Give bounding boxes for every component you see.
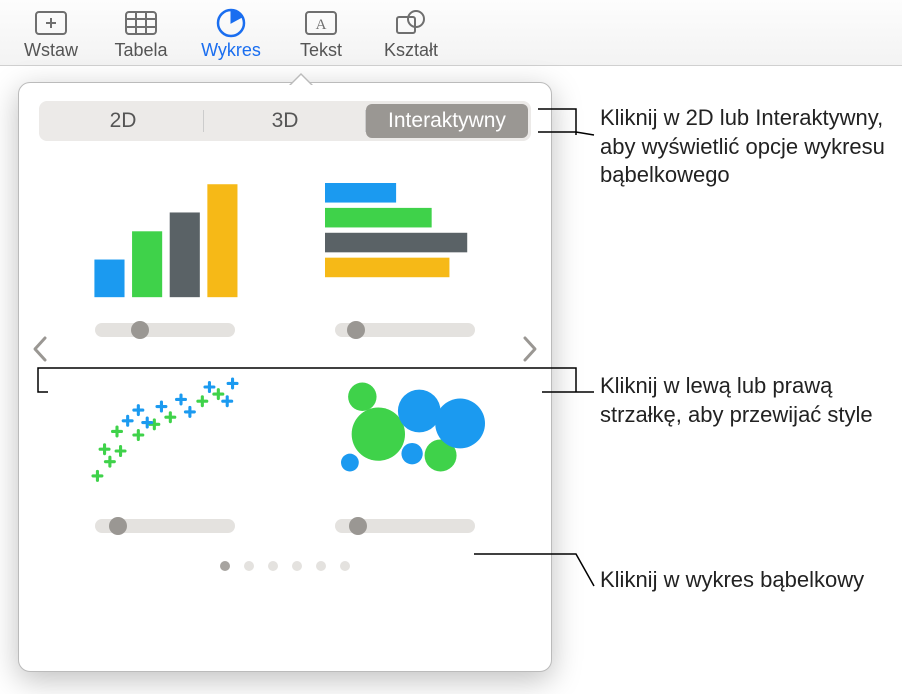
chart-popover: 2D 3D Interaktywny [18,82,552,672]
callout-bubble: Kliknij w wykres bąbelkowy [600,566,864,595]
chart-icon [212,8,250,38]
style-slider[interactable] [335,519,475,533]
style-slider[interactable] [95,519,235,533]
page-dot[interactable] [292,561,302,571]
column-chart-thumb[interactable] [65,161,265,337]
column-chart-preview [75,161,255,311]
toolbar-label: Tabela [114,40,167,61]
page-dot[interactable] [340,561,350,571]
style-slider[interactable] [335,323,475,337]
tab-2d[interactable]: 2D [42,104,204,138]
text-icon: A [302,8,340,38]
insert-icon [32,8,70,38]
page-indicator[interactable] [19,561,551,571]
tab-interactive[interactable]: Interaktywny [366,104,528,138]
toolbar-text[interactable]: A Tekst [286,8,356,61]
toolbar-insert[interactable]: Wstaw [16,8,86,61]
chart-type-tabs: 2D 3D Interaktywny [39,101,531,141]
toolbar-label: Wykres [201,40,261,61]
shape-icon [392,8,430,38]
bar-chart-preview [315,161,495,311]
toolbar-table[interactable]: Tabela [106,8,176,61]
toolbar: Wstaw Tabela Wykres A [0,0,902,66]
page-dot[interactable] [244,561,254,571]
bubble-chart-preview [315,357,495,507]
callout-tabs: Kliknij w 2D lub Interaktywny, aby wyświ… [600,104,900,190]
scatter-chart-preview [75,357,255,507]
scatter-chart-thumb[interactable] [65,357,265,533]
callout-arrows: Kliknij w lewą lub prawą strzałkę, aby p… [600,372,900,429]
page-dot[interactable] [268,561,278,571]
svg-text:A: A [316,17,327,33]
page-dot[interactable] [316,561,326,571]
tab-3d[interactable]: 3D [204,104,366,138]
bubble-chart-thumb[interactable] [305,357,505,533]
table-icon [122,8,160,38]
toolbar-chart[interactable]: Wykres [196,8,266,61]
toolbar-label: Kształt [384,40,438,61]
bar-chart-thumb[interactable] [305,161,505,337]
style-slider[interactable] [95,323,235,337]
chart-style-grid [19,151,551,543]
toolbar-shape[interactable]: Kształt [376,8,446,61]
toolbar-label: Tekst [300,40,342,61]
page-dot[interactable] [220,561,230,571]
toolbar-label: Wstaw [24,40,78,61]
